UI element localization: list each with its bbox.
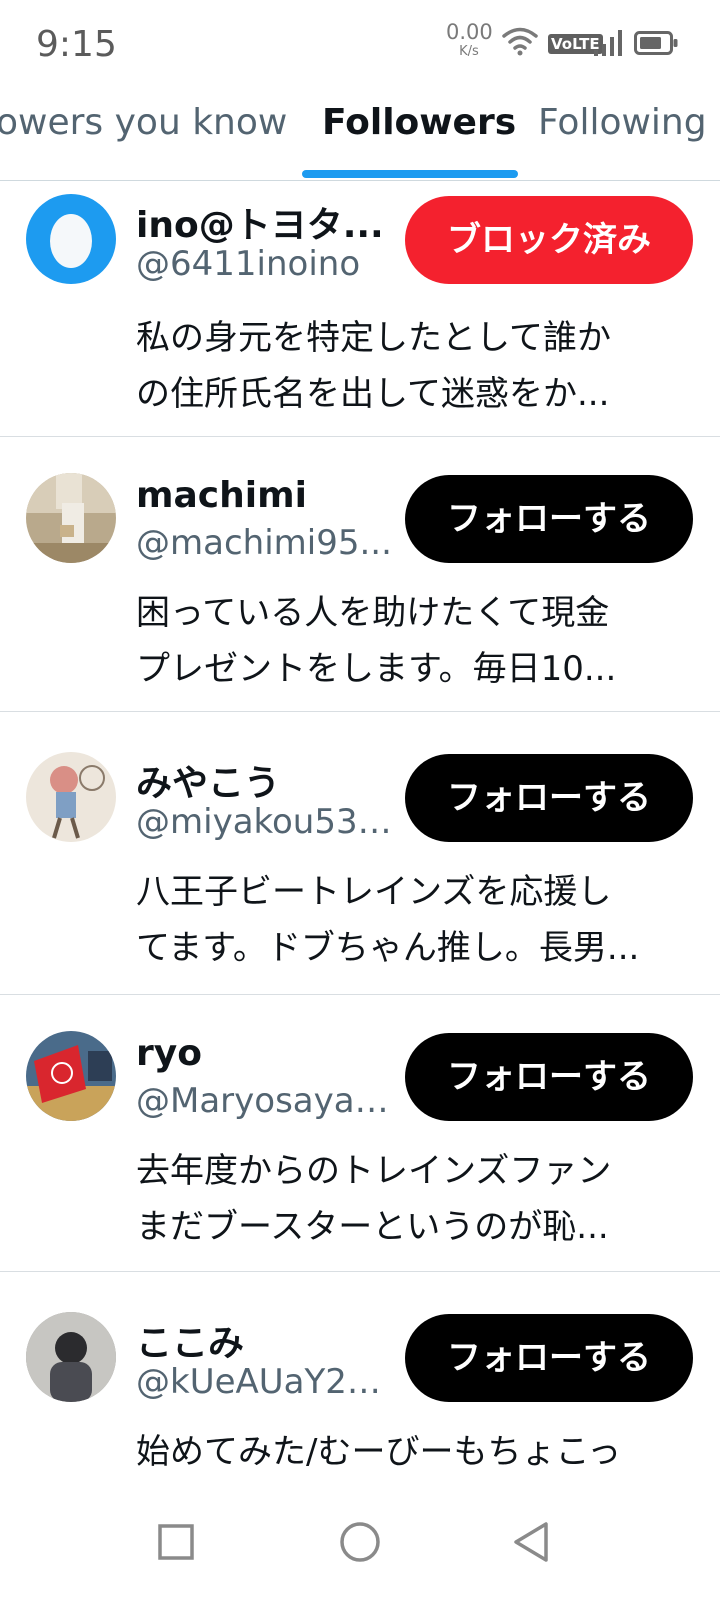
illustration-avatar[interactable] xyxy=(26,752,116,842)
follow-button[interactable]: フォローする xyxy=(405,754,693,842)
network-speed-unit: K/s xyxy=(459,44,479,59)
home-circle-icon[interactable] xyxy=(330,1512,390,1572)
cartoon-character-icon xyxy=(26,752,116,842)
follow-button[interactable]: フォローする xyxy=(405,1033,693,1121)
tab-followers[interactable]: Followers xyxy=(322,102,516,143)
user-bio: 八王子ビートレインズを応援し てます。ドブちゃん推し。長男... xyxy=(136,864,676,976)
person-photo-icon xyxy=(26,473,116,563)
network-speed: 0.00 K/s xyxy=(446,20,493,59)
list-item[interactable]: ino@トヨタ... @6411inoino ブロック済み 私の身元を特定したと… xyxy=(0,180,720,437)
user-handle[interactable]: @Maryosaya_tr xyxy=(136,1081,394,1121)
user-handle[interactable]: @miyakou5311 xyxy=(136,802,394,842)
user-handle[interactable]: @6411inoino xyxy=(136,244,360,284)
bio-line: てます。ドブちゃん推し。長男... xyxy=(136,928,640,968)
photo-avatar[interactable] xyxy=(26,1031,116,1121)
default-egg-avatar[interactable] xyxy=(26,194,116,284)
person-photo-icon xyxy=(26,1312,116,1402)
bio-line: の住所氏名を出して迷惑をか... xyxy=(136,374,610,414)
user-bio: 始めてみた/むーびーもちょこっ xyxy=(136,1424,676,1476)
list-item[interactable]: ryo @Maryosaya_tr フォローする 去年度からのトレインズファン … xyxy=(0,995,720,1272)
user-name[interactable]: machimi xyxy=(136,475,307,516)
list-item[interactable]: machimi @machimi95... フォローする 困っている人を助けたく… xyxy=(0,437,720,712)
bio-line: プレゼントをします。毎日10... xyxy=(136,649,617,689)
user-bio: 私の身元を特定したとして誰か の住所氏名を出して迷惑をか... xyxy=(136,310,676,422)
wifi-icon xyxy=(502,27,538,56)
blocked-button[interactable]: ブロック済み xyxy=(405,196,693,284)
status-bar: 9:15 0.00 K/s VoLTE xyxy=(0,0,720,90)
user-name[interactable]: ここみ xyxy=(136,1314,244,1366)
list-item[interactable]: ここみ @kUeAUaY2g... フォローする 始めてみた/むーびーもちょこっ xyxy=(0,1272,720,1492)
photo-avatar[interactable] xyxy=(26,1312,116,1402)
tab-bar: owers you know Followers Following xyxy=(0,90,720,181)
user-name[interactable]: ino@トヨタ... xyxy=(136,196,384,248)
follower-list: ino@トヨタ... @6411inoino ブロック済み 私の身元を特定したと… xyxy=(0,180,720,1492)
battery-icon xyxy=(634,31,678,55)
user-handle[interactable]: @kUeAUaY2g... xyxy=(136,1362,394,1402)
bio-line: 私の身元を特定したとして誰か xyxy=(136,318,611,358)
back-triangle-icon[interactable] xyxy=(502,1512,562,1572)
signal-icon xyxy=(594,30,622,56)
tab-followers-you-know[interactable]: owers you know xyxy=(0,102,287,143)
flag-photo-icon xyxy=(26,1031,116,1121)
status-time: 9:15 xyxy=(36,24,117,65)
follow-button[interactable]: フォローする xyxy=(405,1314,693,1402)
photo-avatar[interactable] xyxy=(26,473,116,563)
user-handle[interactable]: @machimi95... xyxy=(136,523,392,563)
bio-line: 八王子ビートレインズを応援し xyxy=(136,872,612,912)
bio-line: 始めてみた/むーびーもちょこっ xyxy=(136,1432,622,1472)
user-bio: 去年度からのトレインズファン まだブースターというのが恥... xyxy=(136,1143,676,1255)
user-name[interactable]: みやこう xyxy=(136,754,280,806)
user-name[interactable]: ryo xyxy=(136,1033,202,1074)
user-bio: 困っている人を助けたくて現金 プレゼントをします。毎日10... xyxy=(136,585,676,697)
recents-square-icon[interactable] xyxy=(146,1512,206,1572)
network-speed-value: 0.00 xyxy=(446,20,493,44)
follow-button[interactable]: フォローする xyxy=(405,475,693,563)
bio-line: まだブースターというのが恥... xyxy=(136,1207,609,1247)
bio-line: 去年度からのトレインズファン xyxy=(136,1151,612,1191)
tab-following[interactable]: Following xyxy=(538,102,707,143)
bio-line: 困っている人を助けたくて現金 xyxy=(136,593,610,633)
system-nav-bar xyxy=(0,1474,720,1604)
tab-selected-indicator xyxy=(302,170,518,178)
list-item[interactable]: みやこう @miyakou5311 フォローする 八王子ビートレインズを応援し … xyxy=(0,712,720,995)
egg-icon xyxy=(26,194,116,284)
